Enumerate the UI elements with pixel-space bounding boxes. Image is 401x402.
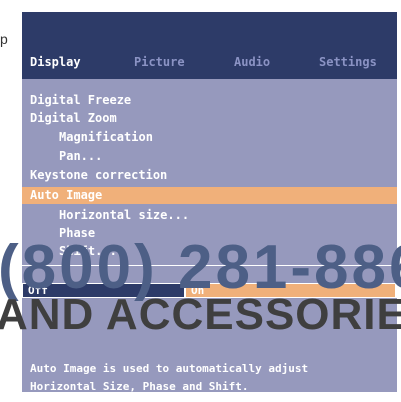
menu-item-label: Keystone correction <box>30 168 168 182</box>
menu-item-auto-image[interactable]: Auto Image <box>22 187 397 204</box>
tab-audio[interactable]: Audio <box>234 55 270 69</box>
tab-settings[interactable]: Settings <box>319 55 377 69</box>
menu-item-digital-freeze[interactable]: Digital Freeze <box>22 92 397 109</box>
menu-item-label: Magnification <box>59 130 153 144</box>
tab-picture[interactable]: Picture <box>134 55 185 69</box>
help-text-line-2: Horizontal Size, Phase and Shift. <box>30 380 249 392</box>
menu-item-keystone-correction[interactable]: Keystone correction <box>22 167 397 184</box>
menu-item-magnification[interactable]: Magnification <box>22 129 397 146</box>
help-text: Auto Image is used to automatically adju… <box>30 360 390 392</box>
watermark-accessories: AND ACCESSORIES <box>0 290 401 339</box>
tab-display[interactable]: Display <box>30 55 81 69</box>
help-text-line-1: Auto Image is used to automatically adju… <box>30 362 309 375</box>
menu-item-label: Pan... <box>59 149 103 163</box>
background-page-text: p <box>0 31 8 47</box>
menu-tabs: Display Picture Audio Settings <box>22 53 397 71</box>
menu-item-pan[interactable]: Pan... <box>22 148 397 165</box>
menu-item-horizontal-size[interactable]: Horizontal size... <box>22 207 397 224</box>
menu-item-digital-zoom[interactable]: Digital Zoom <box>22 110 397 127</box>
menu-item-label: Digital Zoom <box>30 111 117 125</box>
menu-item-label: Digital Freeze <box>30 93 132 107</box>
menu-item-label: Horizontal size... <box>59 208 190 222</box>
menu-item-label: Auto Image <box>30 188 103 202</box>
osd-header: Display Picture Audio Settings <box>22 12 397 79</box>
